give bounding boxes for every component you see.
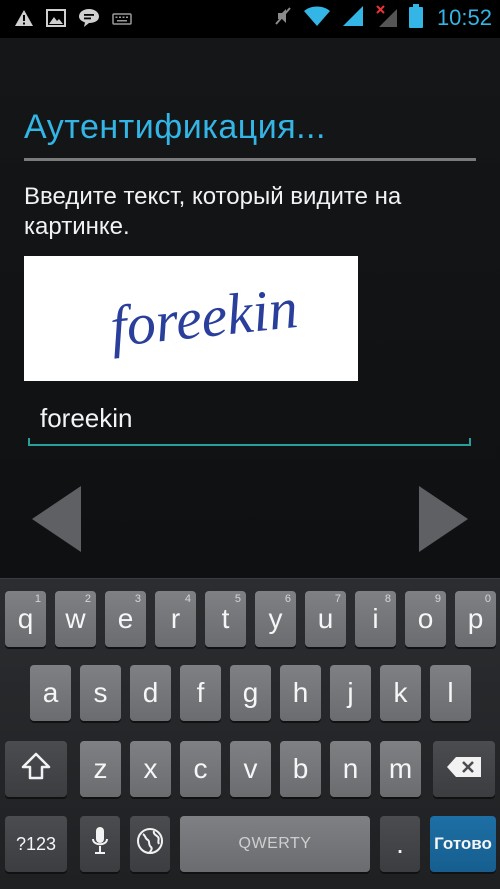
key-g[interactable]: g [230, 665, 271, 721]
key-w[interactable]: w2 [55, 591, 96, 647]
done-key[interactable]: Готово [430, 816, 496, 872]
key-c[interactable]: c [180, 741, 221, 797]
period-key[interactable]: . [380, 816, 420, 872]
key-hint: 3 [134, 593, 141, 605]
key-hint: 7 [334, 593, 341, 605]
shift-key[interactable] [5, 741, 67, 797]
key-p[interactable]: p0 [455, 591, 496, 647]
warning-icon [14, 9, 34, 31]
key-hint: 1 [34, 593, 41, 605]
key-x[interactable]: x [130, 741, 171, 797]
key-hint: 8 [384, 593, 391, 605]
captcha-answer-input[interactable] [40, 398, 460, 438]
signal-icon [341, 5, 365, 31]
key-hint: 9 [434, 593, 441, 605]
backspace-icon [446, 753, 482, 785]
system-icons: 10:52 [273, 4, 492, 32]
key-k[interactable]: k [380, 665, 421, 721]
notification-icons [14, 8, 132, 32]
page-title: Аутентификация... [24, 108, 326, 146]
key-b[interactable]: b [280, 741, 321, 797]
key-u[interactable]: u7 [305, 591, 346, 647]
key-l[interactable]: l [430, 665, 471, 721]
on-screen-keyboard: q1w2e3r4t5y6u7i8o9p0 asdfghjkl zxcvbnm ?… [0, 578, 500, 889]
key-hint: 4 [184, 593, 191, 605]
key-i[interactable]: i8 [355, 591, 396, 647]
key-v[interactable]: v [230, 741, 271, 797]
captcha-image: foreekin [24, 256, 358, 381]
input-underline [28, 438, 471, 446]
image-icon [46, 9, 66, 31]
next-button[interactable] [418, 486, 468, 556]
key-q[interactable]: q1 [5, 591, 46, 647]
key-r[interactable]: r4 [155, 591, 196, 647]
key-m[interactable]: m [380, 741, 421, 797]
key-hint: 2 [84, 593, 91, 605]
key-n[interactable]: n [330, 741, 371, 797]
voice-input-key[interactable] [80, 816, 120, 872]
backspace-key[interactable] [433, 741, 495, 797]
captcha-prompt: Введите текст, который видите на картинк… [24, 183, 402, 240]
signal-no-service-icon [375, 4, 399, 32]
title-divider [24, 158, 476, 161]
key-e[interactable]: e3 [105, 591, 146, 647]
shift-icon [21, 752, 51, 787]
symbols-key[interactable]: ?123 [5, 816, 67, 872]
space-key[interactable]: QWERTY [180, 816, 370, 872]
globe-icon [136, 827, 164, 862]
key-f[interactable]: f [180, 665, 221, 721]
captcha-text: foreekin [107, 275, 301, 359]
status-bar: 10:52 [0, 0, 500, 38]
key-hint: 6 [284, 593, 291, 605]
key-j[interactable]: j [330, 665, 371, 721]
key-hint: 5 [234, 593, 241, 605]
microphone-icon [91, 826, 109, 863]
captcha-answer-field[interactable] [28, 398, 471, 446]
language-key[interactable] [130, 816, 170, 872]
key-hint: 0 [484, 593, 491, 605]
key-y[interactable]: y6 [255, 591, 296, 647]
chat-icon [78, 8, 100, 32]
keyboard-icon [112, 11, 132, 30]
key-t[interactable]: t5 [205, 591, 246, 647]
key-s[interactable]: s [80, 665, 121, 721]
clock: 10:52 [436, 5, 492, 30]
wifi-icon [303, 5, 331, 31]
auth-screen: Аутентификация... Введите текст, который… [0, 38, 500, 578]
key-a[interactable]: a [30, 665, 71, 721]
key-d[interactable]: d [130, 665, 171, 721]
previous-button[interactable] [32, 486, 82, 556]
key-o[interactable]: o9 [405, 591, 446, 647]
key-z[interactable]: z [80, 741, 121, 797]
key-h[interactable]: h [280, 665, 321, 721]
mute-icon [273, 5, 293, 31]
battery-icon [408, 4, 423, 32]
